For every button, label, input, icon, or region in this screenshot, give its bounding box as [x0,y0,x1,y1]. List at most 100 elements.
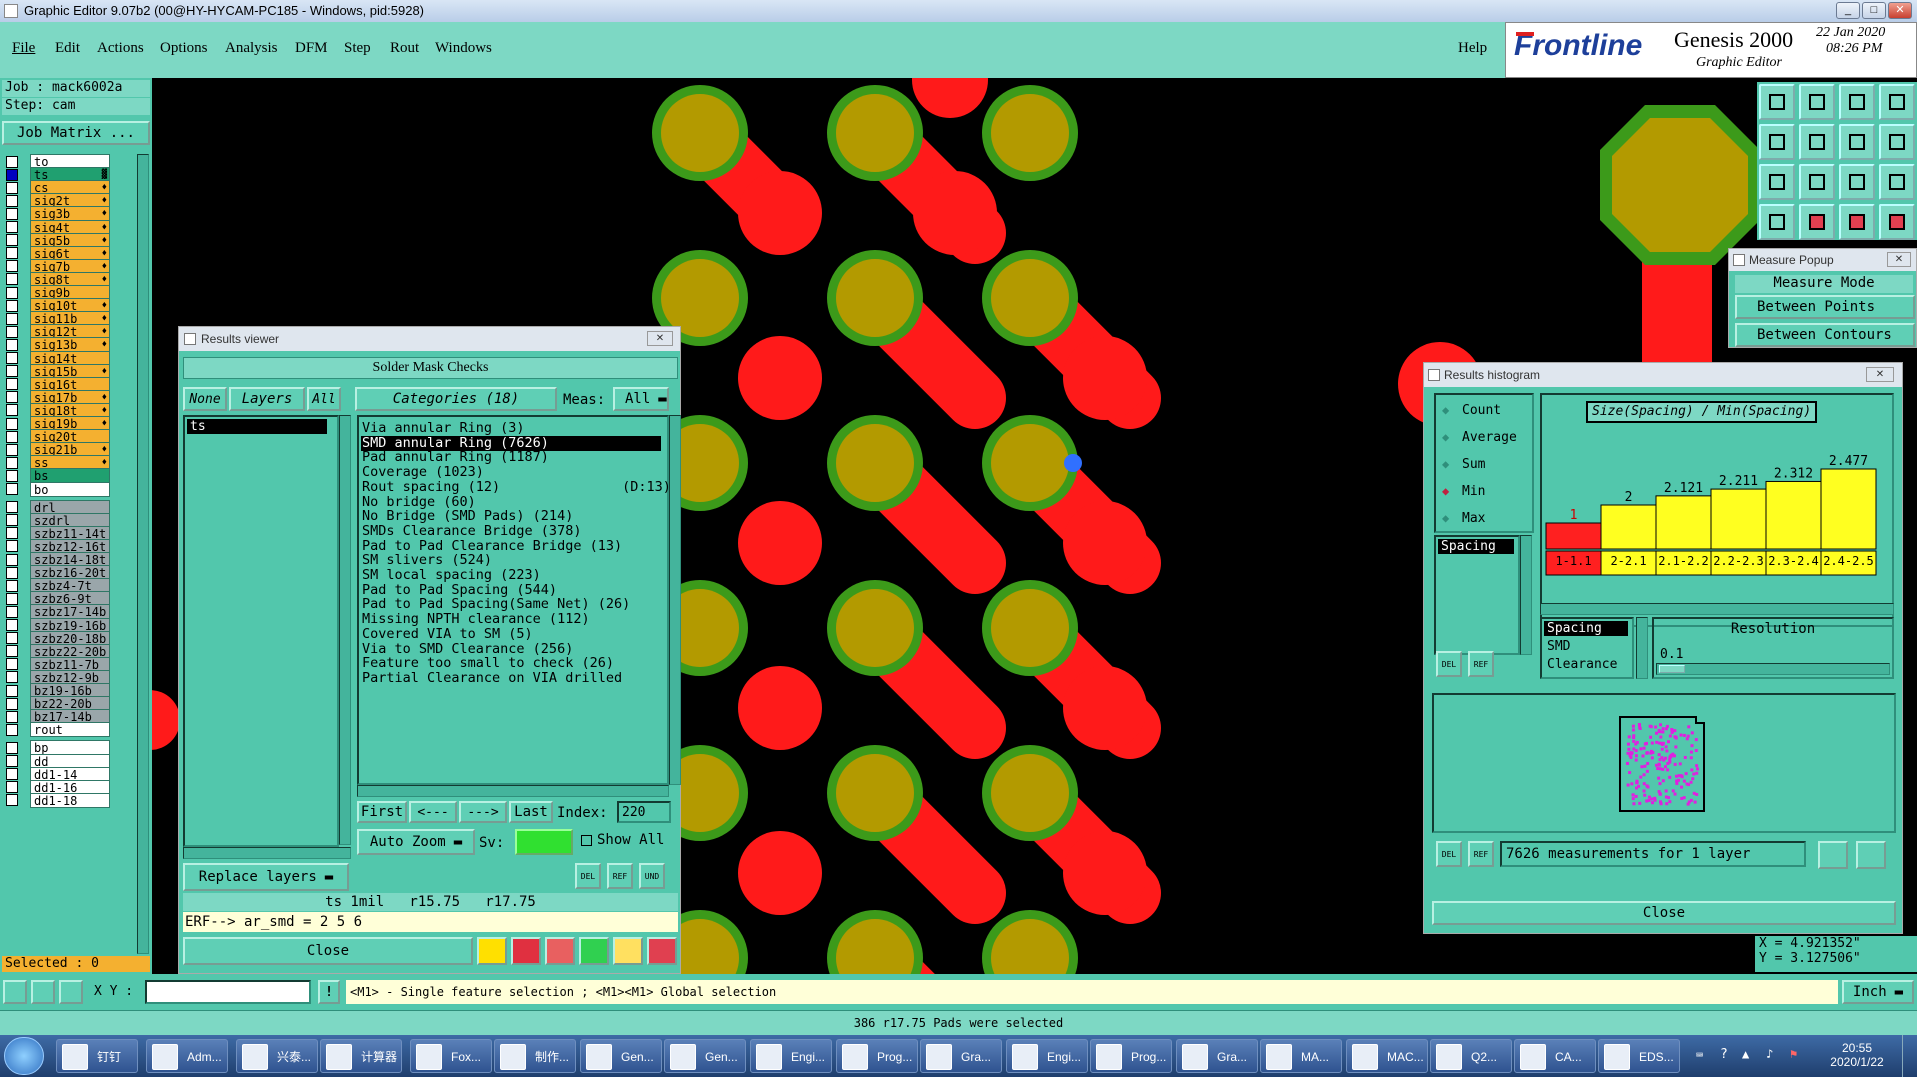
copper-pad[interactable] [991,94,1069,172]
layer-checkbox[interactable] [6,312,18,325]
layer-checkbox[interactable] [6,741,18,754]
copper-pad[interactable] [738,831,822,915]
taskbar-item[interactable]: Engi... [750,1039,832,1073]
menu-options[interactable]: Options [160,40,208,57]
ratio-icon[interactable] [1839,164,1875,200]
layer-checkbox[interactable] [6,221,18,233]
show-desktop-button[interactable] [1902,1035,1917,1077]
copper-pad[interactable] [1063,666,1147,750]
layer-checkbox[interactable] [6,247,18,260]
taskbar-item[interactable]: CA... [1514,1039,1596,1073]
layer-checkbox[interactable] [6,501,18,514]
copper-pad[interactable] [836,589,914,667]
menu-analysis[interactable]: Analysis [225,40,278,57]
results-close-button[interactable]: Close [183,937,473,965]
layer-checkbox[interactable] [6,443,18,456]
copper-pad[interactable] [738,666,822,750]
home-icon[interactable] [1839,84,1875,120]
layer-checkbox[interactable] [6,404,18,417]
layer-checkbox[interactable] [6,671,18,684]
menu-rout[interactable]: Rout [390,40,419,57]
center-icon[interactable] [1799,164,1835,200]
start-button[interactable] [4,1037,44,1075]
histogram-bar[interactable] [1655,495,1712,550]
taskbar-item[interactable]: Adm... [146,1039,228,1073]
job-matrix-button[interactable]: Job Matrix ... [2,121,150,145]
category-item[interactable]: Missing NPTH clearance (112) [361,612,661,627]
taskbar-item[interactable]: Prog... [1090,1039,1172,1073]
layer-checkbox[interactable] [6,566,18,579]
copper-pad[interactable] [913,171,997,255]
grid-icon[interactable] [59,980,83,1004]
volume-icon[interactable]: ♪ [1766,1047,1773,1061]
layer-checkbox[interactable] [6,417,18,430]
histogram-list-scroll[interactable] [1520,535,1532,655]
categories-button[interactable]: Categories (18) [355,387,557,411]
category-item[interactable]: Via annular Ring (3) [361,421,661,436]
copper-pad[interactable] [836,424,914,502]
layer-checkbox[interactable] [6,273,18,286]
layer-checkbox[interactable] [6,207,18,220]
copper-pad[interactable] [912,78,988,118]
last-button[interactable]: Last [509,801,553,823]
category-item[interactable]: Feature too small to check (26) [361,656,661,671]
show-all-checkbox[interactable] [581,835,592,846]
taskbar-item[interactable]: Gra... [920,1039,1002,1073]
layer-list-scrollbar[interactable] [137,154,149,954]
layer-checkbox[interactable] [6,514,18,527]
categories-vscroll[interactable] [669,415,681,785]
layer-checkbox[interactable] [6,391,18,404]
help-icon[interactable]: ? [1720,1047,1728,1062]
refresh-icon[interactable]: REF [1468,841,1494,867]
layer-checkbox[interactable] [6,781,18,794]
taskbar-item[interactable]: Prog... [836,1039,918,1073]
taskbar-item[interactable]: MA... [1260,1039,1342,1073]
between-contours-option[interactable]: Between Contours [1735,323,1915,347]
menu-help[interactable]: Help [1458,40,1487,57]
layer-checkbox[interactable] [6,658,18,671]
exclamation-icon[interactable]: ! [318,980,340,1004]
clock[interactable]: 20:55 2020/1/22 [1822,1041,1892,1069]
none-button[interactable]: None [183,387,227,411]
stop-icon[interactable] [511,937,541,965]
layer-checkbox[interactable] [6,352,18,364]
layer-checkbox[interactable] [6,260,18,273]
menu-edit[interactable]: Edit [55,40,80,57]
copper-pad[interactable] [991,259,1069,337]
grid-icon[interactable] [1799,204,1835,240]
delete-icon[interactable]: DEL [1436,651,1462,677]
category-item[interactable]: Covered VIA to SM (5) [361,626,661,642]
chart-hscroll[interactable] [1540,603,1894,615]
first-button[interactable]: First [357,801,407,823]
layer-checkbox[interactable] [6,365,18,378]
layers-icon[interactable] [1839,124,1875,160]
layer-checkbox[interactable] [6,755,18,767]
copper-pad[interactable] [152,690,180,750]
category-item[interactable]: Rout spacing (12) (D:13) [361,479,671,495]
all-layers-button[interactable]: All [307,387,341,411]
auto-zoom-dropdown[interactable]: Auto Zoom ▬ [357,829,475,855]
layer-row[interactable]: dd1-18 [2,792,120,808]
histogram-icon[interactable] [647,937,677,965]
export-icon[interactable] [1818,841,1848,869]
refresh-icon[interactable]: REF [1468,651,1494,677]
layer-checkbox[interactable] [6,619,18,631]
layer-checkbox[interactable] [6,168,18,181]
copper-pad[interactable] [991,424,1069,502]
copper-pad[interactable] [836,94,914,172]
layers-button[interactable]: Layers [229,387,305,411]
histogram-list-item[interactable]: Spacing [1438,539,1514,554]
category-item[interactable]: Coverage (1023) [361,465,661,480]
layer-checkbox[interactable] [6,299,18,312]
maximize-button[interactable]: □ [1862,2,1886,19]
flag-icon[interactable]: ⚑ [1790,1047,1797,1061]
layer-checkbox[interactable] [6,579,18,592]
menu-file[interactable]: File [12,40,35,57]
layer-checkbox[interactable] [6,338,18,351]
download-icon[interactable] [1799,84,1835,120]
layer-checkbox[interactable] [6,430,18,443]
replace-layers-dropdown[interactable]: Replace layers ▬ [183,863,349,891]
refresh-icon[interactable]: REF [607,863,633,889]
menu-windows[interactable]: Windows [435,40,492,57]
measure-icon[interactable] [31,980,55,1004]
